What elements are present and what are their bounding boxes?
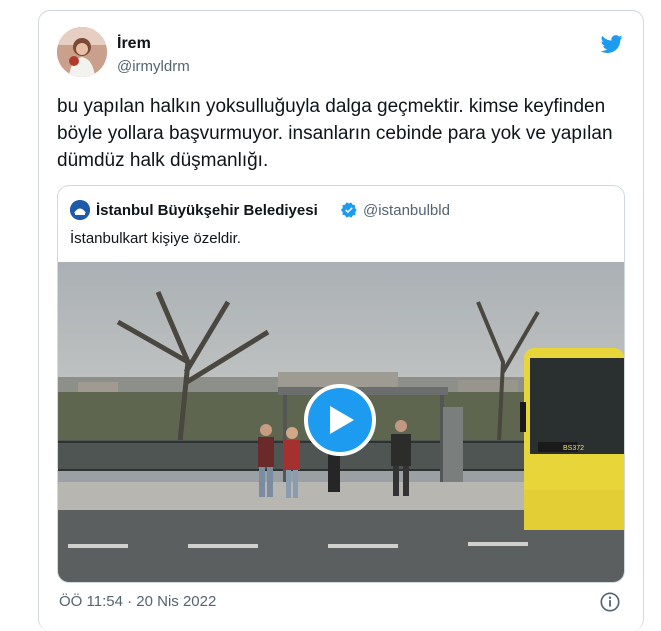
ibb-logo-icon (70, 200, 90, 220)
tweet-text: bu yapılan halkın yoksulluğuyla dalga ge… (57, 96, 613, 171)
tweet-card[interactable]: İrem @irmyldrm bu yapılan halkın yoksull… (38, 10, 644, 631)
quoted-tweet[interactable]: İstanbul Büyükşehir Belediyesi @istanbul… (57, 185, 625, 583)
info-icon[interactable] (599, 591, 621, 613)
verified-badge-icon (340, 201, 358, 219)
twitter-bird-icon[interactable] (599, 33, 625, 55)
play-icon (330, 406, 354, 434)
profile-photo (57, 27, 107, 77)
tweet-timestamp[interactable]: ÖÖ 11:54 · 20 Nis 2022 (59, 593, 216, 610)
bus-route-label: BS372 (563, 445, 584, 452)
quoted-tweet-text: İstanbulkart kişiye özeldir. (70, 230, 241, 247)
author-handle[interactable]: @irmyldrm (117, 58, 190, 75)
quoted-author-name[interactable]: İstanbul Büyükşehir Belediyesi (96, 202, 318, 219)
author-avatar[interactable] (57, 27, 107, 77)
quoted-author-handle[interactable]: @istanbulbld (363, 202, 450, 219)
video-player[interactable]: BS372 (58, 262, 624, 582)
play-button[interactable] (304, 384, 376, 456)
author-name[interactable]: İrem (117, 35, 151, 53)
